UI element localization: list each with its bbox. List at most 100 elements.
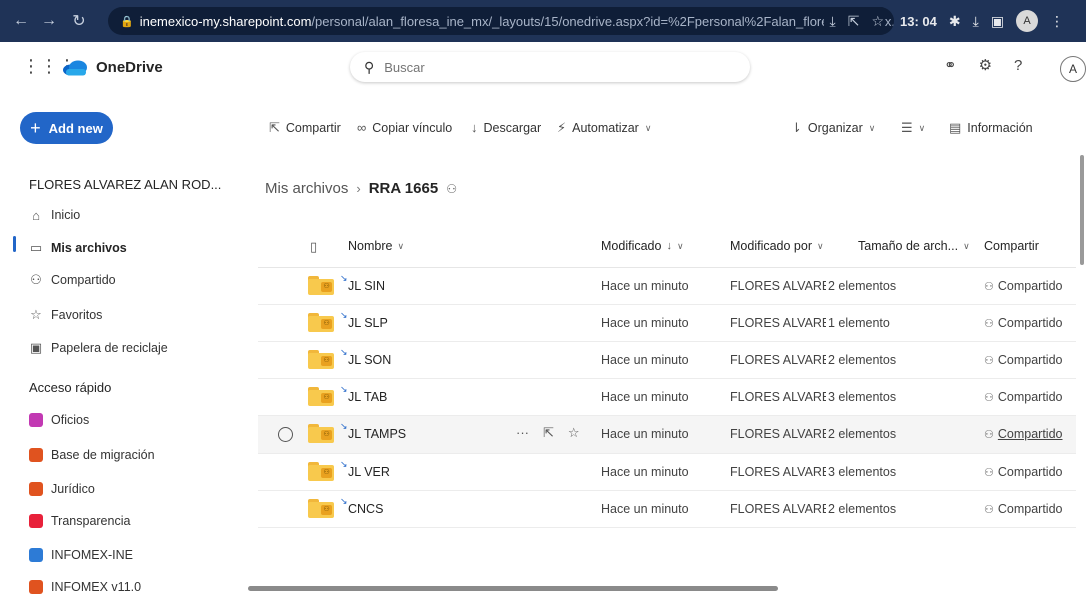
column-header-modified-by[interactable]: Modificado por ∨ [730,239,824,253]
sidepanel-icon[interactable]: ▣ [991,13,1004,30]
shared-folder-icon: ⚇ [308,423,334,443]
row-select-radio[interactable] [278,427,293,442]
share-button[interactable]: ⇱ Compartir [269,120,341,136]
add-new-button[interactable]: + Add new [20,112,113,144]
install-app-icon[interactable]: ⤓ [830,13,836,30]
active-indicator [13,236,16,252]
quick-access-item[interactable]: INFOMEX-INE [29,545,133,565]
quick-access-item[interactable]: Base de migración [29,445,155,465]
nav-item-inicio[interactable]: ⌂ Inicio [29,204,80,226]
help-icon[interactable]: ? [1014,57,1022,74]
sharing-cell[interactable]: ⚇ Compartido [984,465,1063,479]
sharing-label: Compartido [997,353,1063,367]
column-header-modified[interactable]: Modificado ↓ ∨ [601,239,684,253]
search-box[interactable]: ⚲ [350,52,750,82]
browser-menu-icon[interactable]: ⋮ [1050,13,1064,30]
sharing-cell[interactable]: ⚇ Compartido [984,502,1063,516]
header-label: Tamaño de arch... [858,239,959,253]
my-day-icon[interactable]: ⚭ [944,56,957,74]
nav-label: Compartido [51,273,116,287]
shared-folder-icon: ⚇ [308,312,334,332]
file-name[interactable]: CNCS [348,502,383,516]
table-row[interactable]: ⚇ ↘ JL SIN Hace un minuto FLORES ALVAREZ… [258,268,1076,305]
chevron-right-icon: › [356,181,361,196]
extensions-icon[interactable]: ✱ [949,13,961,30]
file-name[interactable]: JL SIN [348,279,385,293]
table-row[interactable]: ⚇ ↘ CNCS Hace un minuto FLORES ALVAREZ A… [258,491,1076,528]
header-label: Modificado [601,239,662,253]
quick-access-item[interactable]: INFOMEX v11.0 [29,577,141,596]
browser-profile-avatar[interactable]: A [1016,10,1039,32]
column-header-size[interactable]: Tamaño de arch... ∨ [858,239,970,253]
column-header-name[interactable]: Nombre ∨ [348,239,404,253]
column-header-sharing[interactable]: Compartir [984,239,1039,253]
sharing-cell[interactable]: ⚇ Compartido [984,353,1063,367]
site-color-icon [29,413,43,427]
clock-badge: 13: 04 [900,13,937,29]
app-name[interactable]: OneDrive [96,59,163,76]
header-label: Modificado por [730,239,812,253]
modified-by-cell: FLORES ALVAREZ ALAI [730,465,826,479]
share-page-icon[interactable]: ⇱ [848,13,860,30]
people-icon: ⚇ [984,280,994,293]
view-options-button[interactable]: ☰ ∨ [901,120,925,136]
shared-folder-icon: ⚇ [308,461,334,481]
chevron-down-icon: ∨ [817,240,824,251]
quick-access-item[interactable]: Transparencia [29,511,130,531]
file-name[interactable]: JL TAMPS [348,427,406,441]
file-name[interactable]: JL TAB [348,390,387,404]
quick-access-item[interactable]: Jurídico [29,479,95,499]
info-label: Información [967,121,1033,135]
sharing-cell[interactable]: ⚇ Compartido [984,390,1063,404]
new-item-icon: ↘ [340,421,348,431]
account-avatar[interactable]: A [1060,56,1086,82]
people-icon: ⚇ [984,391,994,404]
table-row[interactable]: ⚇ ↘ JL TAB Hace un minuto FLORES ALVAREZ… [258,379,1076,416]
copy-link-button[interactable]: ∞ Copiar vínculo [357,120,452,135]
breadcrumb-current[interactable]: RRA 1665 [369,180,438,197]
info-icon: ▤ [949,120,962,135]
favorite-star-icon[interactable]: ☆ [568,425,580,441]
nav-item-favoritos[interactable]: ☆ Favoritos [29,304,102,326]
table-row[interactable]: ⚇ ↘ JL SLP Hace un minuto FLORES ALVAREZ… [258,305,1076,342]
vertical-scrollbar[interactable] [1080,155,1084,265]
file-name[interactable]: JL SLP [348,316,388,330]
downloads-icon[interactable]: ⤓ [973,13,979,30]
search-input[interactable] [384,59,715,75]
people-icon: ⚇ [984,503,994,516]
horizontal-scrollbar[interactable] [248,586,778,591]
sort-button[interactable]: ⇂ Organizar ∨ [791,120,875,136]
reload-icon[interactable]: ↻ [66,11,92,31]
breadcrumb-root[interactable]: Mis archivos [265,180,348,197]
back-icon[interactable]: ← [8,12,34,30]
nav-item-mis-archivos[interactable]: ▭ Mis archivos [29,237,127,259]
share-icon[interactable]: ⇱ [543,425,554,441]
automate-button[interactable]: ⚡ Automatizar ∨ [557,120,651,136]
file-type-header-icon[interactable]: ▯ [310,239,317,255]
sharing-cell[interactable]: ⚇ Compartido [984,427,1063,441]
table-row[interactable]: ⚇ ↘ JL VER Hace un minuto FLORES ALVAREZ… [258,454,1076,491]
settings-gear-icon[interactable]: ⚙ [979,56,992,74]
table-row[interactable]: ⚇ ↘ JL TAMPS ··· ⇱ ☆ Hace un minuto FLOR… [258,416,1076,454]
more-actions-icon[interactable]: ··· [516,425,529,441]
quick-access-item[interactable]: Oficios [29,410,89,430]
file-name[interactable]: JL SON [348,353,391,367]
nav-item-compartido[interactable]: ⚇ Compartido [29,269,116,291]
sharing-label: Compartido [997,316,1063,330]
info-button[interactable]: ▤ Información [949,120,1033,136]
sort-desc-icon: ↓ [666,240,672,252]
download-button[interactable]: ↓ Descargar [471,120,541,135]
quick-access-heading: Acceso rápido [29,380,112,395]
home-icon: ⌂ [32,207,40,223]
bookmark-star-icon[interactable]: ☆ [871,13,884,30]
table-row[interactable]: ⚇ ↘ JL SON Hace un minuto FLORES ALVAREZ… [258,342,1076,379]
modified-cell: Hace un minuto [601,390,689,404]
address-bar[interactable]: 🔒 inemexico-my.sharepoint.com /personal/… [108,7,894,35]
nav-item-papelera[interactable]: ▣ Papelera de reciclaje [29,337,168,359]
lock-icon: 🔒 [120,15,134,28]
forward-icon[interactable]: → [36,12,62,30]
file-name[interactable]: JL VER [348,465,390,479]
sharing-cell[interactable]: ⚇ Compartido [984,279,1063,293]
sharing-cell[interactable]: ⚇ Compartido [984,316,1063,330]
quick-access-label: INFOMEX v11.0 [51,580,142,594]
